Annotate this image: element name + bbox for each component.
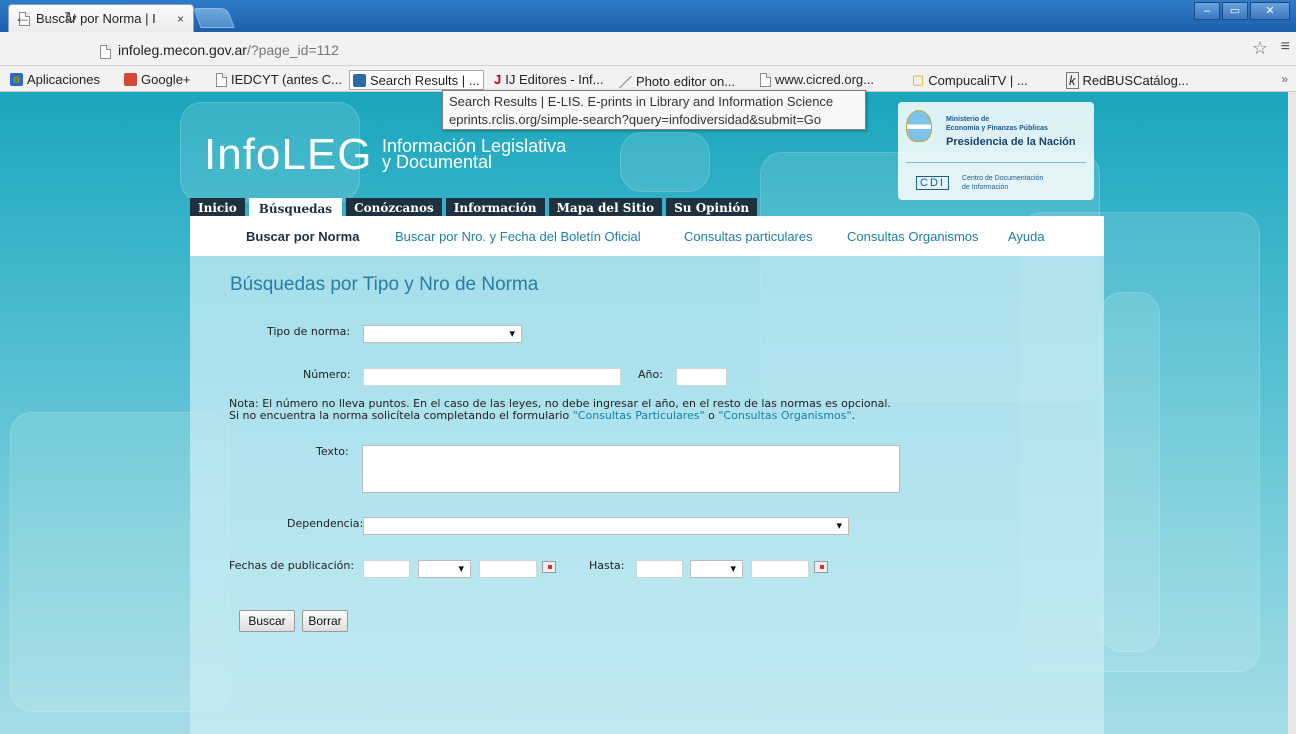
minimize-icon[interactable]: –	[1194, 2, 1220, 20]
hasta-mes-select[interactable]	[690, 560, 743, 578]
bookmark-iedcyt[interactable]: IEDCYT (antes C...	[216, 72, 342, 87]
logo-subtitle: Información Legislativa y Documental	[382, 136, 567, 172]
desde-dia-input[interactable]	[363, 560, 410, 578]
subnav-consultas-particulares[interactable]: Consultas particulares	[684, 229, 813, 244]
buscar-button[interactable]: Buscar	[239, 610, 295, 632]
bookmark-photo-editor[interactable]: ／ Photo editor on...	[619, 72, 735, 91]
bookmark-google-plus[interactable]: Google+	[124, 72, 191, 87]
calendar-icon[interactable]	[542, 561, 556, 573]
dependencia-label: Dependencia:	[287, 517, 364, 530]
apps-grid-icon	[10, 73, 23, 86]
anio-input[interactable]	[676, 368, 727, 386]
texto-label: Texto:	[316, 445, 349, 458]
bookmark-star-icon[interactable]: ☆	[1252, 38, 1268, 59]
bookmark-compucalitv[interactable]: ▢ CompucaliTV | ...	[912, 72, 1028, 88]
desde-mes-select[interactable]	[418, 560, 471, 578]
ministry-logo[interactable]: Ministerio de Economía y Finanzas Públic…	[898, 102, 1094, 200]
close-window-icon[interactable]: ✕	[1250, 2, 1290, 20]
nav-su-opinion[interactable]: Su Opinión	[666, 198, 758, 216]
sub-navigation: Buscar por Norma Buscar por Nro. y Fecha…	[190, 216, 1104, 256]
menu-icon[interactable]: ≡	[1281, 38, 1290, 56]
borrar-button[interactable]: Borrar	[302, 610, 348, 632]
reload-icon[interactable]: ↻	[64, 8, 77, 28]
bookmark-apps[interactable]: Aplicaciones	[10, 72, 100, 87]
bookmark-cicred[interactable]: www.cicred.org...	[760, 72, 874, 87]
tv-icon: ▢	[912, 72, 925, 87]
numero-label: Número:	[303, 368, 351, 381]
window-controls: – ▭ ✕	[1194, 2, 1290, 20]
bookmark-search-results[interactable]: Search Results | ...	[349, 70, 484, 90]
nav-mapa-del-sitio[interactable]: Mapa del Sitio	[548, 198, 663, 216]
forward-icon[interactable]: →	[38, 7, 56, 28]
nav-busquedas[interactable]: Búsquedas	[248, 198, 343, 218]
consultas-organismos-link[interactable]: "Consultas Organismos"	[718, 409, 851, 422]
google-plus-icon	[124, 73, 137, 86]
bookmark-tooltip: Search Results | E-LIS. E-prints in Libr…	[442, 90, 866, 130]
subnav-consultas-organismos[interactable]: Consultas Organismos	[847, 229, 979, 244]
texto-textarea[interactable]	[362, 445, 900, 493]
window-titlebar	[0, 0, 1296, 32]
subnav-buscar-por-norma[interactable]: Buscar por Norma	[246, 229, 359, 244]
k-icon: k	[1066, 72, 1079, 89]
bookmark-ij-editores[interactable]: J IJ Editores - Inf...	[494, 72, 604, 87]
hasta-anio-input[interactable]	[751, 560, 809, 578]
calendar-icon[interactable]	[814, 561, 828, 573]
page-info-icon[interactable]	[100, 45, 111, 59]
tab-close-icon[interactable]: ×	[177, 12, 184, 26]
page-icon	[216, 72, 227, 87]
back-icon[interactable]: ←	[14, 7, 32, 28]
nav-conozcanos[interactable]: Conózcanos	[346, 198, 442, 216]
bookmark-redbus[interactable]: k RedBUSCatálog...	[1066, 72, 1189, 89]
tipo-label: Tipo de norma:	[267, 325, 351, 338]
hasta-dia-input[interactable]	[636, 560, 683, 578]
note-text: Nota: El número no lleva puntos. En el c…	[229, 397, 891, 422]
desde-anio-input[interactable]	[479, 560, 537, 578]
page-title: Búsquedas por Tipo y Nro de Norma	[230, 274, 539, 295]
hasta-label: Hasta:	[589, 559, 625, 572]
consultas-particulares-link[interactable]: "Consultas Particulares"	[573, 409, 705, 422]
browser-tab[interactable]: Buscar por Norma | I ×	[8, 4, 194, 32]
brush-icon: ／	[619, 75, 633, 90]
maximize-icon[interactable]: ▭	[1222, 2, 1248, 20]
anio-label: Año:	[638, 368, 663, 381]
url-text[interactable]: infoleg.mecon.gov.ar/?page_id=112	[118, 42, 339, 58]
nav-informacion[interactable]: Información	[445, 198, 545, 216]
page-scrollbar[interactable]	[1288, 92, 1296, 734]
subnav-buscar-boletin[interactable]: Buscar por Nro. y Fecha del Boletín Ofic…	[395, 229, 641, 244]
new-tab-button[interactable]	[193, 8, 235, 28]
national-seal-icon	[906, 110, 932, 142]
subnav-ayuda[interactable]: Ayuda	[1008, 229, 1045, 244]
eprints-icon	[353, 73, 366, 87]
ij-icon: J	[494, 72, 502, 87]
tipo-select[interactable]	[363, 325, 522, 343]
more-bookmarks-icon[interactable]: »	[1281, 72, 1288, 86]
main-navigation: Inicio Búsquedas Conózcanos Información …	[190, 198, 758, 218]
nav-inicio[interactable]: Inicio	[190, 198, 245, 216]
fechas-label: Fechas de publicación:	[229, 559, 355, 572]
page-icon	[760, 72, 771, 87]
numero-input[interactable]	[363, 368, 621, 386]
dependencia-select[interactable]	[363, 517, 849, 535]
infoleg-logo[interactable]: InfoLEG	[204, 130, 372, 180]
tab-title: Buscar por Norma | I	[36, 11, 156, 26]
